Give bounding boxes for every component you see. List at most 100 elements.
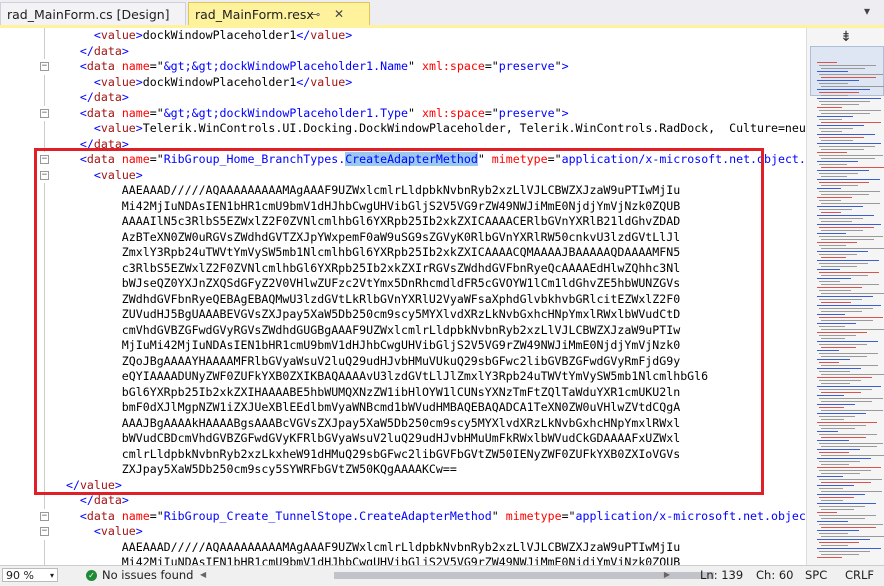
minimap-line bbox=[821, 473, 860, 474]
pin-icon[interactable]: ⊸ bbox=[311, 3, 320, 26]
minimap-line bbox=[821, 158, 875, 159]
fold-guide-line bbox=[44, 74, 45, 90]
whitespace-indicator[interactable]: SPC bbox=[805, 568, 827, 582]
fold-guide-line bbox=[44, 291, 45, 307]
zoom-dropdown[interactable]: 90 % ▾ bbox=[2, 568, 58, 582]
minimap-line bbox=[817, 503, 876, 504]
check-circle-icon[interactable]: ✓ bbox=[86, 570, 97, 581]
minimap-line bbox=[821, 338, 845, 339]
fold-guide-line bbox=[44, 338, 45, 354]
code-token: preserve bbox=[498, 59, 555, 73]
minimap-line bbox=[821, 455, 884, 456]
minimap-line bbox=[817, 458, 871, 459]
code-line: </value> bbox=[52, 478, 122, 494]
minimap-line bbox=[821, 374, 884, 375]
code-token: =" bbox=[484, 59, 499, 73]
code-token: AzBTeXN0ZW0uRGVsZWdhdGVTZXJpYWxpemF0aW9u… bbox=[52, 229, 681, 244]
issues-status[interactable]: No issues found bbox=[102, 568, 193, 582]
minimap-line bbox=[819, 173, 858, 174]
code-token: AAAAIlN5c3RlbS5EZWxlZ2F0ZVNlcmlhbGl6YXRp… bbox=[52, 214, 681, 228]
minimap-line bbox=[819, 83, 848, 84]
column-indicator[interactable]: Ch: 60 bbox=[756, 568, 793, 582]
fold-toggle-icon[interactable]: − bbox=[40, 511, 49, 521]
code-token: > bbox=[121, 136, 129, 151]
minimap-line bbox=[817, 530, 859, 531]
minimap-line bbox=[819, 281, 840, 282]
code-token: bWVudCBDcmVhdGVBZGFwdGVyKFRlbGVyaWsuV2lu… bbox=[52, 431, 681, 445]
minimap-line bbox=[819, 164, 847, 165]
fold-toggle-icon[interactable]: − bbox=[40, 108, 49, 118]
fold-guide-line bbox=[44, 462, 45, 478]
code-token: < bbox=[93, 524, 101, 538]
minimap-line bbox=[817, 422, 877, 423]
line-ending-indicator[interactable]: CRLF bbox=[845, 568, 874, 582]
minimap-line bbox=[817, 80, 859, 81]
minimap-line bbox=[821, 392, 861, 393]
minimap-line bbox=[821, 491, 882, 492]
fold-guide-line bbox=[44, 121, 45, 137]
fold-guide-line bbox=[44, 539, 45, 555]
minimap-line bbox=[819, 551, 870, 552]
vertical-scrollbar-map[interactable]: ⇟ bbox=[806, 28, 884, 565]
fold-toggle-icon[interactable]: − bbox=[40, 170, 49, 180]
scroll-left-icon[interactable]: ◀ bbox=[200, 570, 206, 579]
minimap-line bbox=[819, 443, 883, 444]
horizontal-scrollbar[interactable]: ◀ ▶ bbox=[200, 570, 714, 580]
code-token: value bbox=[100, 524, 136, 538]
fold-toggle-icon[interactable]: − bbox=[40, 527, 49, 536]
minimap-line bbox=[819, 353, 878, 354]
code-line: ZWdhdGVFbnRyeQEBAgEBAQMwU3lzdGVtLkRlbGVn… bbox=[52, 292, 680, 308]
minimap-line bbox=[817, 215, 874, 216]
scroll-right-icon[interactable]: ▶ bbox=[664, 570, 670, 579]
code-token: </ bbox=[79, 136, 94, 151]
tab-overflow-icon[interactable]: ▾ bbox=[864, 4, 870, 18]
minimap-line bbox=[819, 245, 846, 246]
minimap-line bbox=[821, 149, 864, 150]
minimap-line bbox=[819, 542, 859, 543]
fold-toggle-icon[interactable]: − bbox=[40, 62, 49, 71]
code-token: data bbox=[86, 105, 115, 120]
tab-mainform-design[interactable]: rad_MainForm.cs [Design] bbox=[0, 2, 186, 25]
code-token: > bbox=[135, 167, 143, 182]
fold-toggle-icon[interactable]: − bbox=[40, 155, 49, 164]
fold-guide-line bbox=[44, 198, 45, 214]
code-token: ZWdhdGVFbnRyeQEBAgEBAQMwU3lzdGVtLkRlbGVn… bbox=[52, 291, 681, 306]
code-token: data bbox=[93, 493, 122, 507]
minimap-line bbox=[817, 287, 862, 288]
minimap-line bbox=[819, 299, 862, 300]
tab-mainform-resx[interactable]: rad_MainForm.resx ⊸ ✕ bbox=[188, 2, 370, 25]
code-token: cmVhdGVBZGFwdGVyRGVsZWdhdGUGBgAAAF9UZWxl… bbox=[52, 322, 681, 337]
minimap-line bbox=[819, 524, 883, 525]
minimap-line bbox=[817, 251, 868, 252]
code-line: cmVhdGVBZGFwdGVyRGVsZWdhdGUGBgAAAF9UZWxl… bbox=[52, 323, 680, 339]
minimap-line bbox=[821, 140, 853, 141]
split-window-icon[interactable]: ⇟ bbox=[807, 28, 884, 46]
minimap-line bbox=[817, 467, 881, 468]
minimap-line bbox=[817, 188, 841, 189]
line-number-indicator[interactable]: Ln: 139 bbox=[700, 568, 743, 582]
code-editor[interactable]: − − − − − − <value>dockWindowPlaceholder1</va… bbox=[0, 28, 806, 565]
fold-guide-line bbox=[44, 90, 45, 106]
tab-label: rad_MainForm.resx bbox=[195, 7, 314, 22]
code-token: </ bbox=[79, 43, 94, 58]
code-token: > bbox=[135, 524, 143, 538]
minimap-line bbox=[817, 485, 854, 486]
minimap-line bbox=[819, 137, 864, 138]
minimap-line bbox=[819, 344, 867, 345]
code-token: cmlrLldpbkNvbnRyb2xzLkxheW91dHMuQ29sbGFw… bbox=[52, 446, 681, 461]
minimap-line bbox=[821, 410, 883, 411]
code-line: AAEAAAD/////AQAAAAAAAAAMAgAAAF9UZWxlcmlr… bbox=[52, 183, 680, 199]
code-line: bGl6YXRpb25Ib2xkZXIHAAAABE5hbWUMQXNzZW1i… bbox=[52, 385, 680, 401]
code-token: MjIuMi42MjIuNDAsIEN1bHR1cmU9bmV1dHJhbCwg… bbox=[52, 338, 681, 352]
fold-guide-line bbox=[44, 415, 45, 431]
close-icon[interactable]: ✕ bbox=[334, 3, 344, 26]
minimap-line bbox=[817, 557, 842, 558]
code-token: > bbox=[135, 121, 143, 135]
code-line: AAAAIlN5c3RlbS5EZWxlZ2F0ZVNlcmlhbGl6YXRp… bbox=[52, 214, 680, 230]
horizontal-scroll-thumb[interactable] bbox=[334, 572, 714, 579]
code-token: AAAJBgAAAAkHAAAABgsAAABcVGVsZXJpay5XaW5D… bbox=[52, 415, 681, 430]
